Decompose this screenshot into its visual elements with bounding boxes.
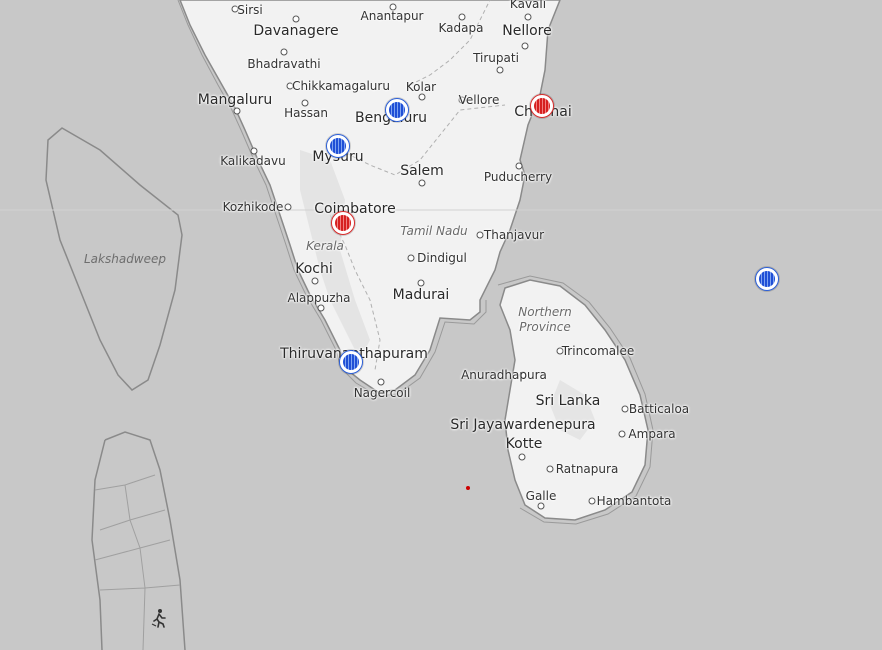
place-dot — [280, 48, 288, 56]
place-dot — [292, 15, 300, 23]
label-chikkamagaluru: Chikkamagaluru — [292, 79, 390, 93]
place-dot — [317, 304, 325, 312]
place-dot — [546, 465, 554, 473]
label-sirsi: Sirsi — [237, 3, 263, 17]
place-dot — [476, 231, 484, 239]
label-trincomalee: Trincomalee — [561, 344, 635, 358]
label-vellore: Vellore — [458, 93, 500, 107]
map-base — [0, 0, 882, 650]
place-dot — [284, 203, 292, 211]
maldives-outline-east — [104, 431, 186, 650]
marker-chennai[interactable] — [530, 94, 554, 118]
maldives-outline-west — [91, 439, 106, 650]
label-sri-lanka: Sri Lanka — [535, 393, 601, 409]
place-dot — [524, 13, 532, 21]
label-nellore: Nellore — [502, 23, 552, 39]
label-batticaloa: Batticaloa — [628, 402, 690, 416]
place-dot — [377, 378, 385, 386]
label-tirupati: Tirupati — [473, 51, 519, 65]
capital-dot — [518, 453, 526, 461]
label-salem: Salem — [400, 163, 444, 179]
place-dot — [311, 277, 319, 285]
label-hambantota: Hambantota — [596, 494, 672, 508]
marker-thiruvananthapuram[interactable] — [339, 350, 363, 374]
hiker-icon — [151, 609, 166, 628]
label-kozhikode: Kozhikode — [222, 200, 284, 214]
label-kadapa: Kadapa — [438, 21, 484, 35]
label-ratnapura: Ratnapura — [555, 462, 619, 476]
label-galle: Galle — [525, 489, 557, 503]
label-coimbatore: Coimbatore — [314, 201, 396, 217]
label-anantapur: Anantapur — [360, 9, 424, 23]
label-kolar: Kolar — [405, 80, 437, 94]
label-alappuzha: Alappuzha — [287, 291, 351, 305]
label-mangaluru: Mangaluru — [197, 92, 273, 108]
label-madurai: Madurai — [392, 287, 450, 303]
place-dot — [521, 42, 529, 50]
label-kalikadavu: Kalikadavu — [220, 154, 286, 168]
place-dot — [618, 430, 626, 438]
marker-ocean[interactable] — [755, 267, 779, 291]
place-dot — [418, 93, 426, 101]
label-kochi: Kochi — [295, 261, 333, 277]
label-sri-jayawardenepura: Sri Jayawardenepura — [450, 417, 596, 433]
label-nagercoil: Nagercoil — [353, 386, 411, 400]
place-dot — [458, 13, 466, 21]
label-tamil-nadu: Tamil Nadu — [400, 224, 468, 238]
label-davanagere: Davanagere — [253, 23, 339, 39]
label-lakshadweep: Lakshadweep — [83, 252, 167, 266]
label-dindigul: Dindigul — [417, 251, 467, 265]
map-canvas[interactable]: Sirsi Davanagere Anantapur Kavali Kadapa… — [0, 0, 882, 650]
label-ampara: Ampara — [628, 427, 676, 441]
place-dot — [588, 497, 596, 505]
marker-coimbatore[interactable] — [331, 211, 355, 235]
label-hassan: Hassan — [284, 106, 328, 120]
label-puducherry: Puducherry — [483, 170, 553, 184]
label-anuradhapura: Anuradhapura — [461, 368, 547, 382]
label-kerala: Kerala — [306, 239, 344, 253]
marker-mysuru[interactable] — [326, 134, 350, 158]
place-dot — [621, 405, 629, 413]
label-kavali: Kavali — [509, 0, 547, 11]
red-location-dot — [466, 486, 470, 490]
label-bhadravathi: Bhadravathi — [247, 57, 321, 71]
place-dot — [537, 502, 545, 510]
place-dot — [496, 66, 504, 74]
place-dot — [418, 179, 426, 187]
label-kotte: Kotte — [505, 436, 543, 452]
label-northern-province: Northern Province — [518, 305, 572, 334]
place-dot — [407, 254, 415, 262]
place-dot — [233, 107, 241, 115]
place-dot — [515, 162, 523, 170]
place-dot — [417, 279, 425, 287]
label-thanjavur: Thanjavur — [483, 228, 545, 242]
marker-bengaluru[interactable] — [385, 98, 409, 122]
